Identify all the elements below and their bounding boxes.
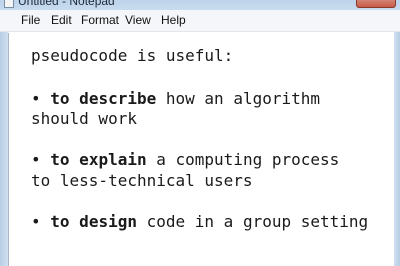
document-line-heading: pseudocode is useful: [31, 46, 234, 65]
menu-format[interactable]: Format [80, 13, 120, 28]
bullet-bold-text: to design [50, 212, 137, 231]
window-frame-left [0, 10, 8, 266]
menu-file[interactable]: File [20, 13, 41, 28]
bullet-rest-text: a computing process [146, 150, 340, 169]
window-frame-right [394, 10, 400, 266]
menu-help[interactable]: Help [160, 13, 187, 28]
menu-bar: File Edit Format View Help [0, 10, 400, 32]
document-bullet-describe-continued: should work [31, 109, 137, 128]
bullet-rest-text: how an algorithm [156, 89, 321, 108]
window-title: Untitled - Notepad [18, 0, 115, 8]
bullet-rest-text: code in a group setting [136, 212, 369, 231]
title-bar[interactable]: Untitled - Notepad [0, 0, 400, 10]
bullet-marker: • [31, 150, 41, 169]
notepad-icon [4, 0, 14, 8]
notepad-window: Untitled - Notepad File Edit Format View… [0, 0, 400, 266]
document-bullet-design: • to design code in a group setting [31, 212, 368, 232]
document-bullet-explain-continued: to less-technical users [31, 171, 253, 190]
bullet-bold-text: to describe [50, 89, 157, 108]
bullet-bold-text: to explain [50, 150, 147, 169]
text-editor-area[interactable]: pseudocode is useful: • to describe how … [8, 33, 394, 266]
close-button[interactable] [356, 0, 396, 8]
menu-view[interactable]: View [124, 13, 152, 28]
document-bullet-describe: • to describe how an algorithm [31, 89, 320, 109]
menu-edit[interactable]: Edit [50, 13, 73, 28]
document-bullet-explain: • to explain a computing process [31, 150, 339, 170]
bullet-marker: • [31, 212, 41, 231]
bullet-marker: • [31, 89, 41, 108]
